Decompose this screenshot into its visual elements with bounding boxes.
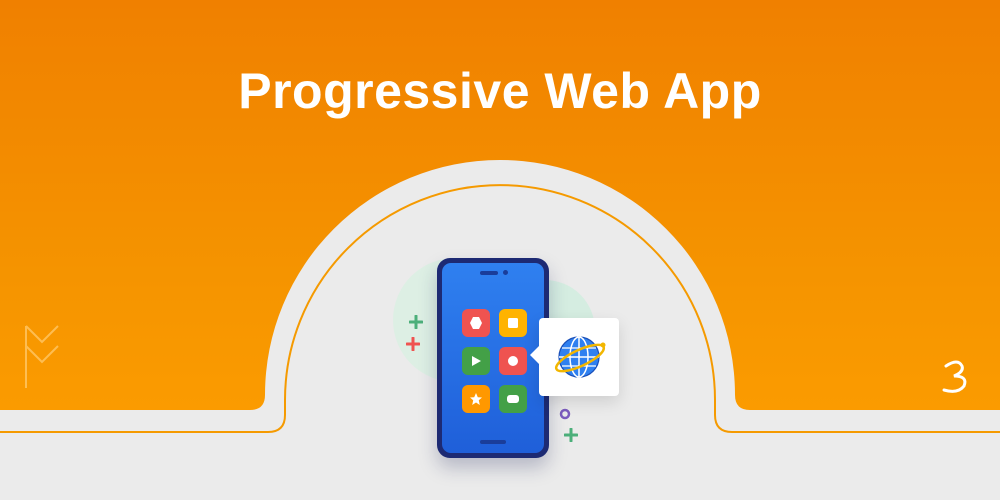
circle-icon xyxy=(508,356,518,366)
message-icon xyxy=(507,395,519,403)
star-icon xyxy=(470,393,482,405)
plus-icon xyxy=(406,337,420,351)
app-tile-square xyxy=(499,309,527,337)
phone-home-bar xyxy=(480,440,506,444)
phone-camera xyxy=(503,270,508,275)
dot-icon xyxy=(559,408,571,420)
app-tile-circle xyxy=(499,347,527,375)
app-tile-message xyxy=(499,385,527,413)
app-tile-star xyxy=(462,385,490,413)
hexagon-icon xyxy=(470,317,482,329)
plus-icon xyxy=(564,428,578,442)
app-tile-play xyxy=(462,347,490,375)
globe-icon xyxy=(554,336,606,378)
phone-screen xyxy=(442,263,544,453)
plus-icon xyxy=(409,315,423,329)
play-icon xyxy=(472,356,481,366)
phone-speaker xyxy=(480,271,498,275)
brand-logo-right xyxy=(942,360,967,393)
brand-logo-left xyxy=(25,325,59,388)
globe-card xyxy=(530,318,619,396)
page-title: Progressive Web App xyxy=(238,63,762,119)
banner: Progressive Web App xyxy=(0,0,1000,500)
app-tile-hexagon xyxy=(462,309,490,337)
square-icon xyxy=(508,318,518,328)
